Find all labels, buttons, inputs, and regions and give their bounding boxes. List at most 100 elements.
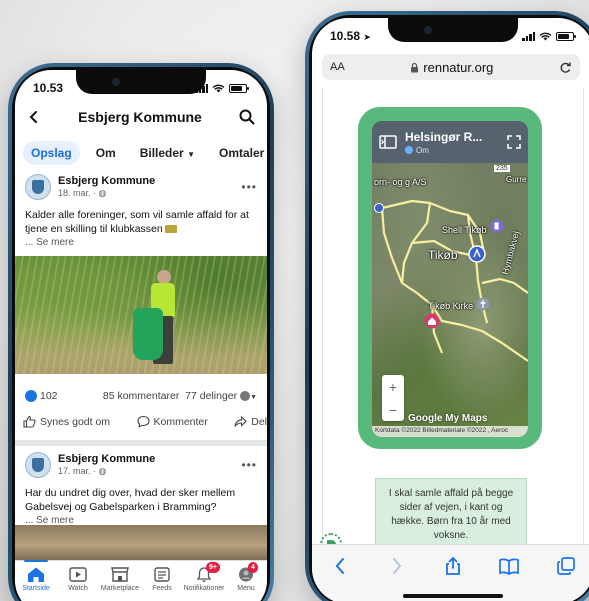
feeds-icon [154, 567, 170, 582]
like-count[interactable]: 102 [40, 390, 58, 402]
address-bar[interactable]: AA rennatur.org [322, 54, 580, 80]
like-button[interactable]: Synes godt om [23, 415, 110, 428]
share-count[interactable]: 77 delinger [185, 390, 237, 402]
facebook-screen: 10.53 Esbjerg Kommune Opslag Om Billeder… [15, 70, 267, 601]
zoom-in-button[interactable]: + [389, 379, 397, 395]
comment-icon [136, 415, 150, 428]
bottom-tab-bar: Startside Watch Marketplace Feeds 9+ Not… [15, 560, 267, 601]
tabbar-startside[interactable]: Startside [16, 560, 56, 592]
gas-station-pin-icon[interactable] [490, 219, 504, 233]
post-stats: 102 85 kommentarer 77 delinger ▼ [25, 390, 257, 403]
share-button[interactable] [441, 555, 465, 577]
avatar[interactable] [25, 452, 51, 478]
front-camera [424, 26, 432, 34]
map-zoom-control: + − [382, 375, 404, 421]
map-label-company: orn- og g A/S [374, 177, 427, 187]
satellite-map[interactable]: orn- og g A/S Shell Tikøb Tikøb Tikøb Ki… [372, 163, 528, 437]
front-camera [112, 78, 120, 86]
photo-trash-bag [133, 308, 163, 360]
marketplace-icon [111, 567, 129, 582]
tabbar-label: Menu [237, 585, 255, 592]
google-maps-logo: Google My Maps [408, 413, 488, 424]
tabbar-label: Marketplace [100, 585, 140, 592]
tabbar-marketplace[interactable]: Marketplace [100, 566, 140, 592]
post-author[interactable]: Esbjerg Kommune [58, 453, 241, 465]
home-pin-icon[interactable] [424, 313, 440, 329]
post-photo[interactable] [15, 525, 267, 565]
see-more-link[interactable]: ... Se mere [25, 236, 257, 250]
reader-options-button[interactable]: AA [330, 61, 345, 73]
post-author[interactable]: Esbjerg Kommune [58, 175, 241, 187]
share-label: Del [251, 415, 267, 428]
tabbar-label: Feeds [152, 585, 172, 592]
status-time: 10.58 [330, 29, 361, 43]
back-button[interactable] [328, 555, 352, 577]
home-indicator [403, 594, 503, 598]
notification-badge: 9+ [206, 562, 220, 573]
more-options-icon[interactable]: ••• [241, 458, 257, 472]
wifi-icon [539, 32, 552, 40]
safari-toolbar [312, 544, 589, 601]
safari-screen: 10.58 ➤ AA rennatur.org Helsingør R... O… [312, 18, 589, 601]
more-options-icon[interactable]: ••• [241, 180, 257, 194]
chevron-left-icon [335, 558, 345, 574]
active-tab-indicator [24, 560, 48, 562]
tab-billeder[interactable]: Billeder ▼ [132, 141, 203, 165]
book-icon [499, 558, 520, 575]
share-button[interactable]: Del [234, 415, 267, 428]
notch [388, 18, 518, 42]
menu-badge: 4 [248, 562, 258, 573]
tab-opslag[interactable]: Opslag [23, 141, 80, 165]
map-road-number: 235 [494, 165, 510, 172]
fullscreen-icon[interactable] [507, 135, 521, 149]
zoom-out-button[interactable]: − [389, 402, 397, 418]
tabs-button[interactable] [554, 555, 578, 577]
bookmarks-button[interactable] [497, 555, 521, 577]
back-arrow-icon[interactable] [27, 110, 41, 124]
lock-icon [411, 62, 419, 72]
tab-omtaler[interactable]: Omtaler [211, 141, 267, 165]
post-header: Esbjerg Kommune 17. mar. · ◍ ••• [15, 448, 267, 482]
tabbar-label: Startside [22, 585, 50, 592]
forward-button[interactable] [385, 555, 409, 577]
map-legend-icon[interactable] [379, 135, 397, 149]
thumbs-up-icon [23, 415, 36, 428]
tabbar-watch[interactable]: Watch [58, 566, 98, 592]
comment-count[interactable]: 85 kommentarer [103, 390, 179, 402]
tabbar-feeds[interactable]: Feeds [142, 566, 182, 592]
tabs-icon [556, 557, 575, 575]
tabbar-menu[interactable]: 4 Menu [226, 562, 266, 592]
web-page: Helsingør R... Om orn- og g A/S Shell Ti… [312, 88, 589, 555]
left-phone: 10.53 Esbjerg Kommune Opslag Om Billeder… [8, 63, 274, 601]
like-label: Synes godt om [40, 415, 111, 428]
map-attribution[interactable]: Kortdata ©2022 Billedmateriale ©2022 , A… [372, 426, 528, 437]
blue-pin-icon[interactable] [374, 203, 384, 213]
location-pin-icon[interactable] [468, 245, 486, 263]
like-reaction-icon [25, 390, 37, 403]
comment-button[interactable]: Kommenter [136, 415, 208, 428]
post-divider [15, 440, 267, 446]
post-date: 18. mar. · [58, 188, 97, 198]
home-icon [28, 567, 44, 582]
right-phone: 10.58 ➤ AA rennatur.org Helsingør R... O… [305, 11, 589, 601]
post-date: 17. mar. · [58, 466, 97, 476]
post-photo[interactable] [15, 256, 267, 374]
church-pin-icon[interactable] [476, 297, 490, 311]
reload-icon[interactable] [559, 61, 572, 74]
post: Esbjerg Kommune 18. mar. · ◍ ••• Kalder … [15, 170, 267, 374]
search-icon[interactable] [239, 109, 255, 125]
audience-avatar-icon [240, 391, 251, 402]
battery-icon [229, 83, 249, 93]
tab-om[interactable]: Om [88, 141, 124, 165]
status-time: 10.53 [33, 81, 64, 95]
chevron-right-icon [392, 558, 401, 574]
map-label-town: Tikøb [428, 248, 458, 262]
post: Esbjerg Kommune 17. mar. · ◍ ••• Har du … [15, 448, 267, 528]
location-arrow-icon: ➤ [363, 32, 371, 42]
instruction-box: I skal samle affald på begge sider af ve… [375, 478, 527, 552]
info-icon [405, 146, 413, 154]
avatar[interactable] [25, 174, 51, 200]
embedded-map[interactable]: Helsingør R... Om orn- og g A/S Shell Ti… [372, 121, 528, 437]
url-domain: rennatur.org [423, 59, 494, 75]
tabbar-notifikationer[interactable]: 9+ Notifikationer [184, 562, 224, 592]
